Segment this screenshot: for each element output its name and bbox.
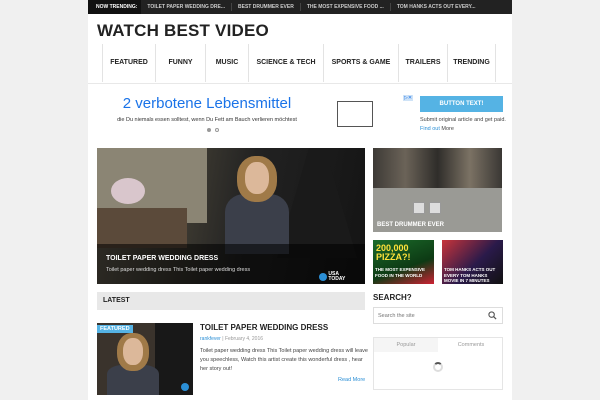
thumb-image-person-face	[123, 338, 143, 365]
loading-spinner-icon	[433, 362, 443, 372]
promo-note-text: Submit original article and get paid.	[420, 117, 506, 123]
hero-image-person-face	[245, 162, 269, 194]
trending-link[interactable]: BEST DRUMMER EVER	[232, 3, 301, 11]
more-link[interactable]: More	[441, 126, 454, 132]
hero-subtitle: Toilet paper wedding dress This Toilet p…	[106, 267, 251, 273]
ad-pager-dot[interactable]	[207, 128, 211, 132]
ad-headline[interactable]: 2 verbotene Lebensmittel	[97, 95, 317, 112]
post-date: February 4, 2016	[224, 336, 264, 342]
usa-today-logo: USA TODAY	[319, 272, 345, 282]
hero-image-flowers	[111, 178, 145, 204]
tab-comments[interactable]: Comments	[439, 338, 503, 352]
ad-image-box[interactable]	[337, 101, 373, 127]
side-image-bucket	[429, 202, 441, 214]
logo-line-2: TODAY	[328, 276, 346, 282]
ad-choices-icon[interactable]: ▷✕	[403, 95, 413, 101]
trending-link[interactable]: TOM HANKS ACTS OUT EVERY...	[391, 3, 482, 11]
side-small-title[interactable]: TOM HANKS ACTS OUT EVERY TOM HANKS MOVIE…	[444, 267, 503, 284]
ad-subline[interactable]: die Du niemals essen solltest, wenn Du F…	[97, 117, 317, 123]
nav-item-funny[interactable]: FUNNY	[156, 44, 206, 82]
nav-item-featured[interactable]: FEATURED	[103, 44, 156, 82]
pizza-graphic: 200,000 PIZZA?!	[376, 243, 411, 262]
nav-item-trending[interactable]: TRENDING	[448, 44, 496, 82]
popular-comments-widget: Popular Comments	[373, 337, 503, 390]
promo-note: Submit original article and get paid. Fi…	[420, 116, 506, 133]
thumb-logo-icon	[181, 383, 189, 391]
side-image-bucket	[413, 202, 425, 214]
post-meta: rankfever | February 4, 2016	[200, 336, 263, 342]
nav-item-trailers[interactable]: TRAILERS	[399, 44, 448, 82]
nav-item-music[interactable]: MUSIC	[206, 44, 249, 82]
search-input[interactable]	[374, 308, 484, 323]
post-title[interactable]: TOILET PAPER WEDDING DRESS	[200, 323, 328, 332]
hero-feature[interactable]: TOILET PAPER WEDDING DRESS Toilet paper …	[97, 148, 365, 284]
hero-title[interactable]: TOILET PAPER WEDDING DRESS	[106, 255, 218, 262]
nav-item-science-tech[interactable]: SCIENCE & TECH	[249, 44, 324, 82]
search-box	[373, 307, 503, 324]
latest-heading: LATEST	[103, 297, 130, 304]
ad-pager-dot[interactable]	[215, 128, 219, 132]
side-big-title[interactable]: BEST DRUMMER EVER	[377, 222, 444, 228]
trending-label: NOW TRENDING:	[88, 0, 142, 14]
side-image-crowd	[373, 148, 502, 188]
header-divider	[88, 83, 512, 84]
tab-popular[interactable]: Popular	[374, 338, 438, 352]
latest-heading-bar: LATEST	[97, 292, 365, 310]
side-feature-big[interactable]: BEST DRUMMER EVER	[373, 148, 502, 232]
nav-item-sports-game[interactable]: SPORTS & GAME	[324, 44, 399, 82]
read-more-link[interactable]: Read More	[338, 377, 365, 383]
side-small-title[interactable]: THE MOST EXPENSIVE FOOD IN THE WORLD	[375, 267, 434, 278]
site-title[interactable]: WATCH BEST VIDEO	[97, 21, 269, 41]
featured-badge[interactable]: FEATURED	[97, 325, 133, 333]
post-author[interactable]: rankfever	[200, 336, 221, 342]
side-feature-small[interactable]: 200,000 PIZZA?! THE MOST EXPENSIVE FOOD I…	[373, 240, 434, 284]
search-icon[interactable]	[488, 311, 497, 320]
side-feature-small[interactable]: TOM HANKS ACTS OUT EVERY TOM HANKS MOVIE…	[442, 240, 503, 284]
main-nav: FEATURED FUNNY MUSIC SCIENCE & TECH SPOR…	[102, 44, 496, 82]
trending-bar: NOW TRENDING: TOILET PAPER WEDDING DRE..…	[88, 0, 512, 14]
post-excerpt: Toilet paper wedding dress This Toilet p…	[200, 348, 368, 372]
hero-image-table	[97, 208, 187, 248]
ad-banner[interactable]: 2 verbotene Lebensmittel die Du niemals …	[97, 95, 413, 135]
promo-button[interactable]: BUTTON TEXT!	[420, 96, 503, 112]
trending-link[interactable]: TOILET PAPER WEDDING DRE...	[141, 3, 232, 11]
find-out-link[interactable]: Find out	[420, 126, 440, 132]
post-thumbnail[interactable]	[97, 323, 193, 395]
trending-link[interactable]: THE MOST EXPENSIVE FOOD ...	[301, 3, 391, 11]
search-heading: SEARCH?	[373, 293, 412, 302]
